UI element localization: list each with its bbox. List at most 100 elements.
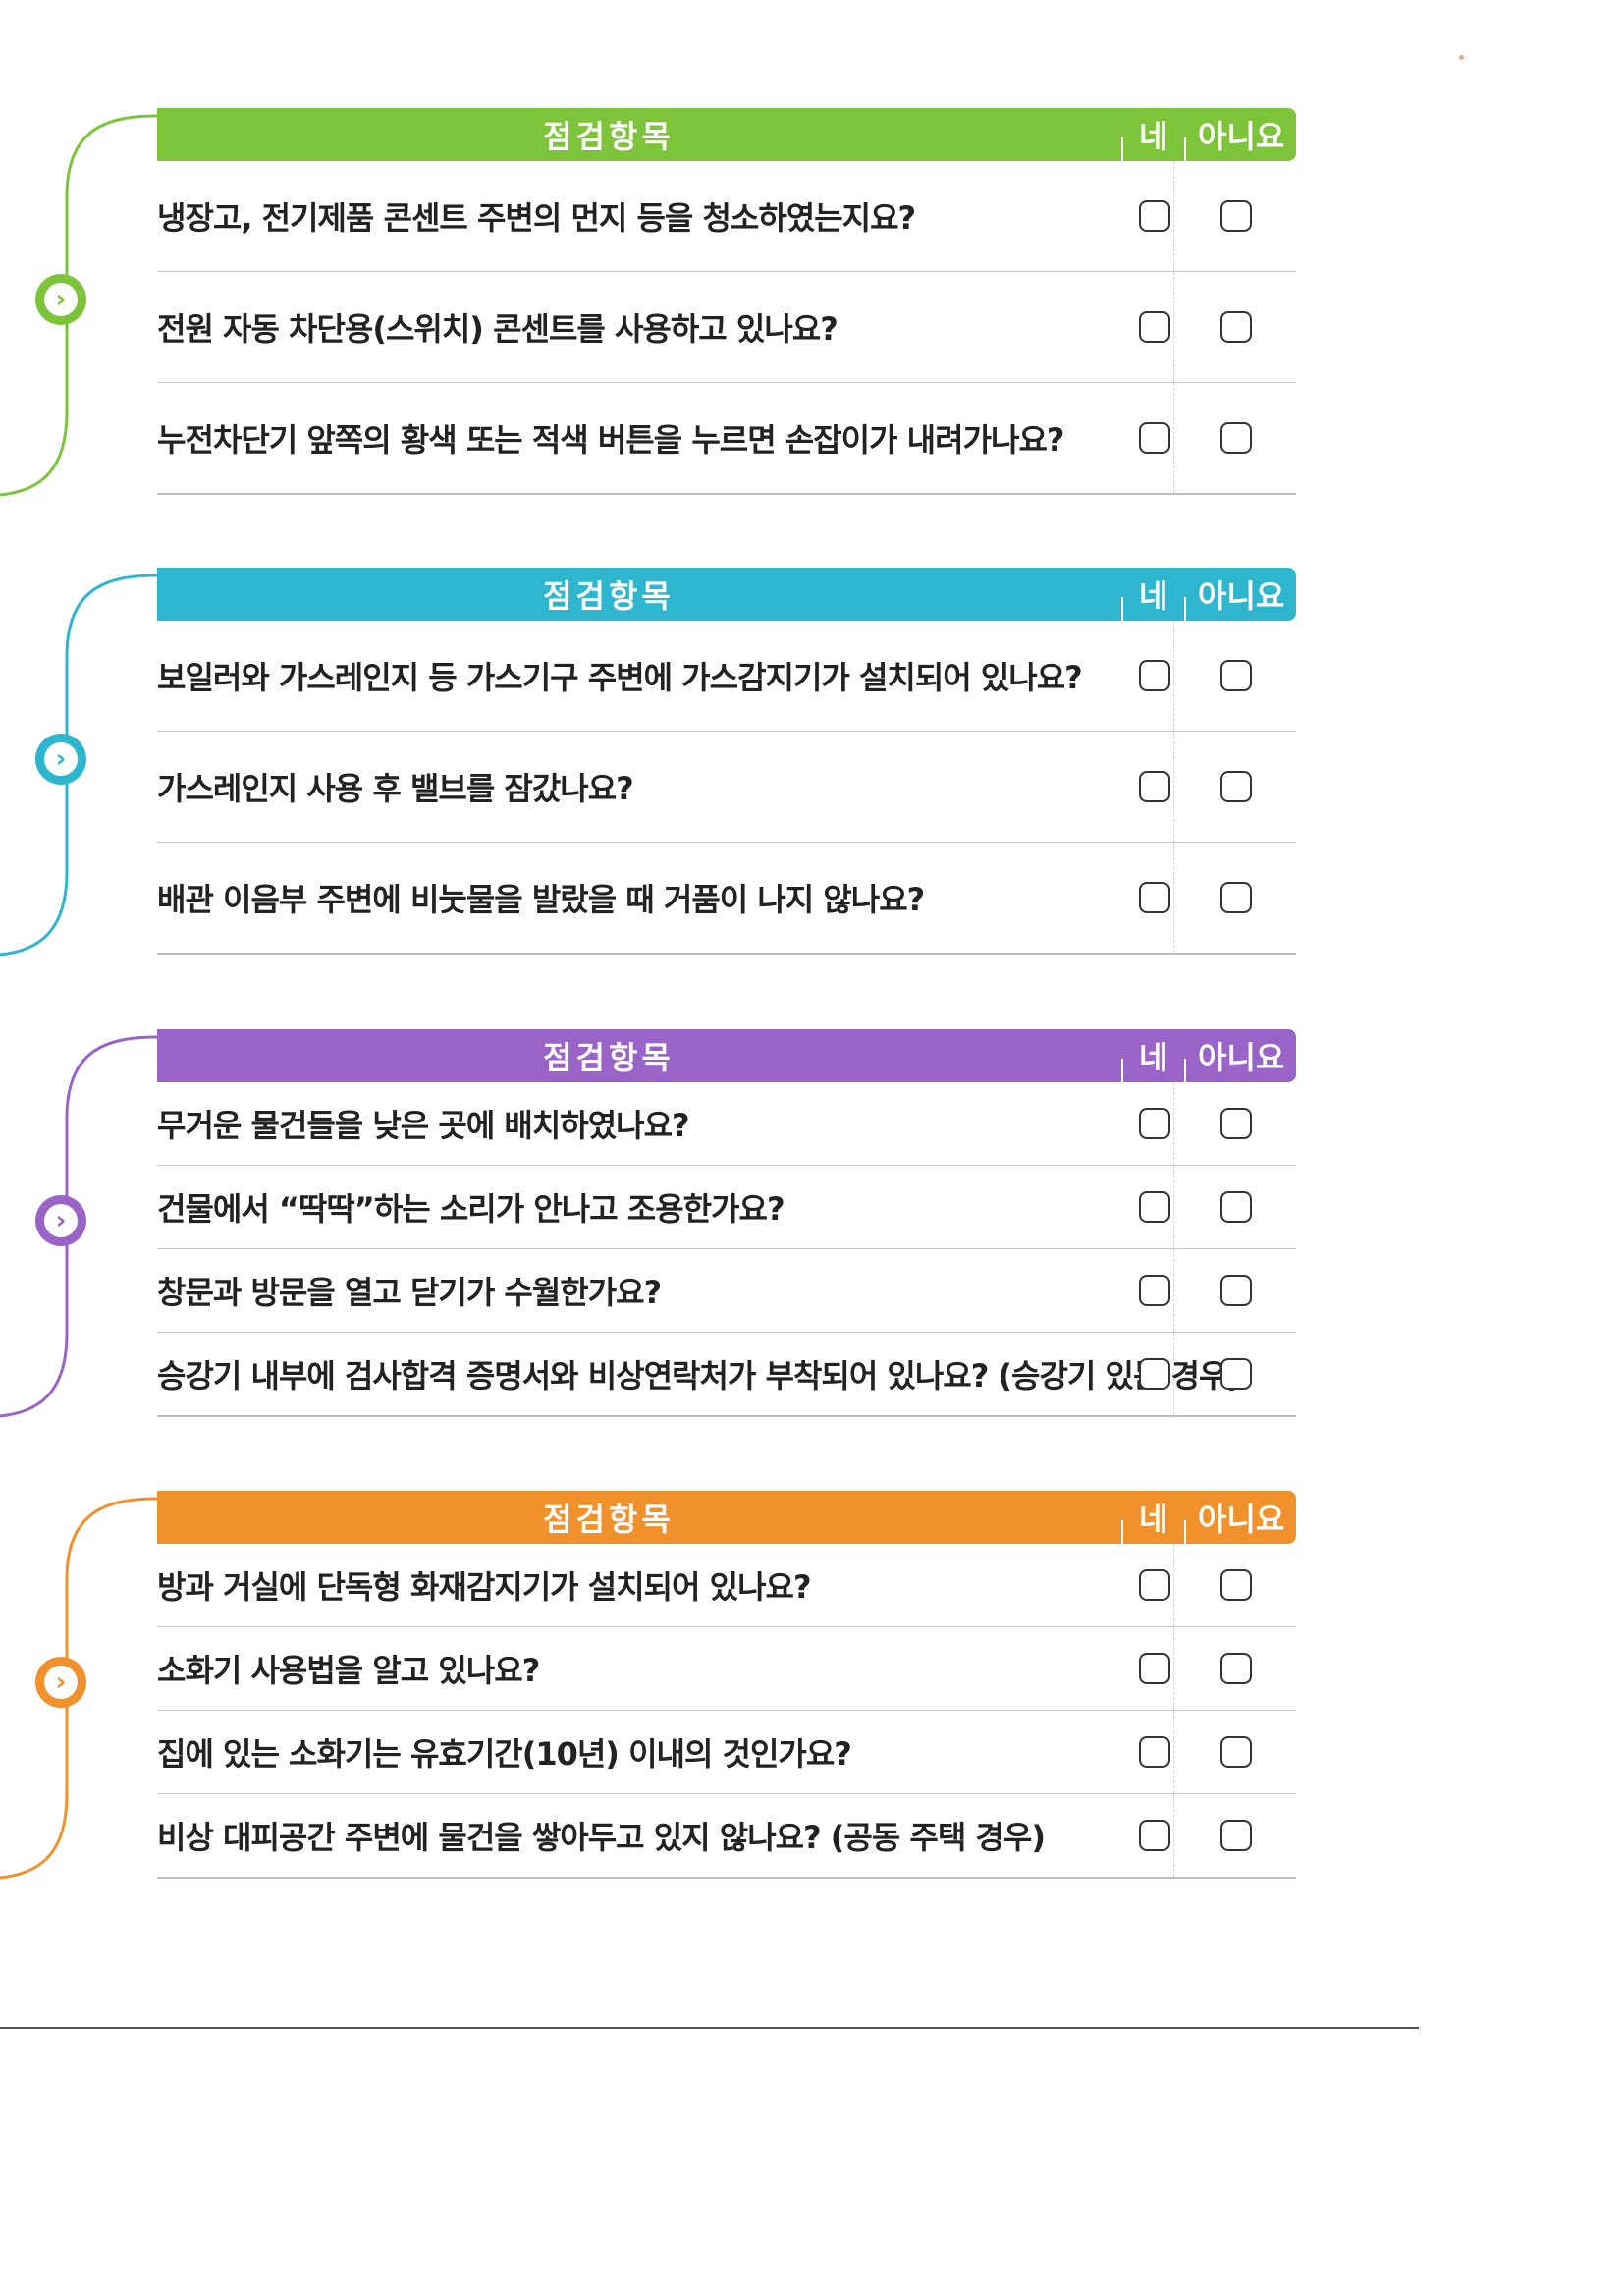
column-divider	[1173, 383, 1174, 493]
chevron-glyph: ›	[55, 285, 67, 314]
yes-checkbox[interactable]	[1139, 1191, 1170, 1223]
chevron-right-icon: ›	[35, 1657, 86, 1708]
no-checkbox[interactable]	[1220, 882, 1252, 913]
header-divider	[1184, 1059, 1186, 1082]
chevron-glyph: ›	[55, 1667, 67, 1697]
question-row: 집에 있는 소화기는 유효기간(10년) 이내의 것인가요?	[157, 1711, 1296, 1794]
no-checkbox[interactable]	[1220, 1358, 1252, 1390]
question-text: 소화기 사용법을 알고 있나요?	[157, 1652, 540, 1689]
column-divider	[1173, 272, 1174, 382]
question-text: 방과 거실에 단독형 화재감지기가 설치되어 있나요?	[157, 1568, 812, 1606]
section-header: 점검항목 네 아니요	[157, 108, 1296, 161]
column-divider	[1173, 1333, 1174, 1415]
yes-checkbox[interactable]	[1139, 1569, 1170, 1601]
header-no-label: 아니요	[1198, 1501, 1285, 1538]
yes-checkbox[interactable]	[1139, 422, 1170, 454]
chevron-glyph: ›	[55, 1206, 67, 1235]
checklist-section: › 점검항목 네 아니요냉장고, 전기제품 콘센트 주변의 먼지 등을 청소하였는지요…	[0, 108, 1316, 520]
chevron-glyph: ›	[55, 744, 67, 774]
section-rail	[0, 1029, 167, 1442]
column-divider	[1173, 1249, 1174, 1332]
question-row: 전원 자동 차단용(스위치) 콘센트를 사용하고 있나요?	[157, 272, 1296, 383]
section-header: 점검항목 네 아니요	[157, 1491, 1296, 1544]
question-text: 전원 자동 차단용(스위치) 콘센트를 사용하고 있나요?	[157, 310, 839, 348]
footer-rule	[0, 2027, 1419, 2029]
header-yes-label: 네	[1139, 118, 1168, 155]
header-yes-label: 네	[1139, 577, 1168, 615]
question-row: 냉장고, 전기제품 콘센트 주변의 먼지 등을 청소하였는지요?	[157, 161, 1296, 272]
header-title: 점검항목	[543, 577, 675, 615]
no-checkbox[interactable]	[1220, 771, 1252, 802]
no-checkbox[interactable]	[1220, 660, 1252, 691]
yes-checkbox[interactable]	[1139, 882, 1170, 913]
column-divider	[1173, 1794, 1174, 1877]
checklist-page: › 점검항목 네 아니요 냉장고, 전기제품 콘센트 주변의 먼지 등을 청소하였는지요…	[0, 0, 1624, 2296]
header-no-label: 아니요	[1198, 1039, 1285, 1076]
header-yes-label: 네	[1139, 1501, 1168, 1538]
chevron-right-icon: ›	[35, 1195, 86, 1246]
yes-checkbox[interactable]	[1139, 1736, 1170, 1768]
yes-checkbox[interactable]	[1139, 1275, 1170, 1306]
checklist-section: › 점검항목 네 아니요보일러와 가스레인지 등 가스기구 주변에 가스감지기가 설치…	[0, 568, 1316, 980]
question-list: 보일러와 가스레인지 등 가스기구 주변에 가스감지기가 설치되어 있나요? 가스…	[157, 621, 1296, 955]
yes-checkbox[interactable]	[1139, 771, 1170, 802]
question-text: 무거운 물건들을 낮은 곳에 배치하였나요?	[157, 1107, 690, 1144]
question-row: 누전차단기 앞쪽의 황색 또는 적색 버튼을 누르면 손잡이가 내려가나요?	[157, 383, 1296, 495]
question-row: 승강기 내부에 검사합격 증명서와 비상연락처가 부착되어 있나요? (승강기 …	[157, 1333, 1296, 1417]
chevron-right-icon: ›	[35, 274, 86, 325]
no-checkbox[interactable]	[1220, 1108, 1252, 1139]
header-divider	[1121, 597, 1123, 621]
header-divider	[1184, 1520, 1186, 1544]
column-divider	[1173, 1166, 1174, 1248]
no-checkbox[interactable]	[1220, 1736, 1252, 1768]
yes-checkbox[interactable]	[1139, 1820, 1170, 1851]
column-divider	[1173, 732, 1174, 842]
yes-checkbox[interactable]	[1139, 660, 1170, 691]
yes-checkbox[interactable]	[1139, 1358, 1170, 1390]
no-checkbox[interactable]	[1220, 1275, 1252, 1306]
yes-checkbox[interactable]	[1139, 1108, 1170, 1139]
column-divider	[1173, 1544, 1174, 1626]
header-divider	[1184, 597, 1186, 621]
section-header: 점검항목 네 아니요	[157, 568, 1296, 621]
no-checkbox[interactable]	[1220, 311, 1252, 343]
header-title: 점검항목	[543, 118, 675, 155]
header-no-label: 아니요	[1198, 118, 1285, 155]
yes-checkbox[interactable]	[1139, 200, 1170, 232]
header-no-label: 아니요	[1198, 577, 1285, 615]
question-text: 건물에서 “딱딱”하는 소리가 안나고 조용한가요?	[157, 1190, 785, 1228]
question-row: 건물에서 “딱딱”하는 소리가 안나고 조용한가요?	[157, 1166, 1296, 1249]
column-divider	[1173, 1627, 1174, 1710]
question-row: 창문과 방문을 열고 닫기가 수월한가요?	[157, 1249, 1296, 1333]
question-row: 방과 거실에 단독형 화재감지기가 설치되어 있나요?	[157, 1544, 1296, 1627]
no-checkbox[interactable]	[1220, 200, 1252, 232]
question-text: 누전차단기 앞쪽의 황색 또는 적색 버튼을 누르면 손잡이가 내려가나요?	[157, 421, 1064, 459]
question-row: 무거운 물건들을 낮은 곳에 배치하였나요?	[157, 1082, 1296, 1166]
header-title: 점검항목	[543, 1039, 675, 1076]
question-list: 냉장고, 전기제품 콘센트 주변의 먼지 등을 청소하였는지요? 전원 자동 차단…	[157, 161, 1296, 495]
yes-checkbox[interactable]	[1139, 1653, 1170, 1684]
question-text: 승강기 내부에 검사합격 증명서와 비상연락처가 부착되어 있나요? (승강기 …	[157, 1357, 1241, 1394]
column-divider	[1173, 843, 1174, 953]
scan-speck	[1459, 55, 1464, 60]
question-list: 무거운 물건들을 낮은 곳에 배치하였나요? 건물에서 “딱딱”하는 소리가 안나…	[157, 1082, 1296, 1417]
no-checkbox[interactable]	[1220, 1569, 1252, 1601]
header-divider	[1121, 1059, 1123, 1082]
section-rail	[0, 108, 167, 520]
question-text: 가스레인지 사용 후 밸브를 잠갔나요?	[157, 770, 634, 807]
no-checkbox[interactable]	[1220, 1653, 1252, 1684]
column-divider	[1173, 1082, 1174, 1165]
question-text: 배관 이음부 주변에 비눗물을 발랐을 때 거품이 나지 않나요?	[157, 881, 925, 918]
column-divider	[1173, 161, 1174, 271]
question-text: 보일러와 가스레인지 등 가스기구 주변에 가스감지기가 설치되어 있나요?	[157, 659, 1083, 696]
no-checkbox[interactable]	[1220, 422, 1252, 454]
question-text: 냉장고, 전기제품 콘센트 주변의 먼지 등을 청소하였는지요?	[157, 199, 916, 237]
question-row: 가스레인지 사용 후 밸브를 잠갔나요?	[157, 732, 1296, 843]
header-divider	[1184, 137, 1186, 161]
header-yes-label: 네	[1139, 1039, 1168, 1076]
no-checkbox[interactable]	[1220, 1191, 1252, 1223]
no-checkbox[interactable]	[1220, 1820, 1252, 1851]
checklist-section: › 점검항목 네 아니요무거운 물건들을 낮은 곳에 배치하였나요? 건물에서 “딱딱”…	[0, 1029, 1316, 1442]
yes-checkbox[interactable]	[1139, 311, 1170, 343]
header-divider	[1121, 137, 1123, 161]
